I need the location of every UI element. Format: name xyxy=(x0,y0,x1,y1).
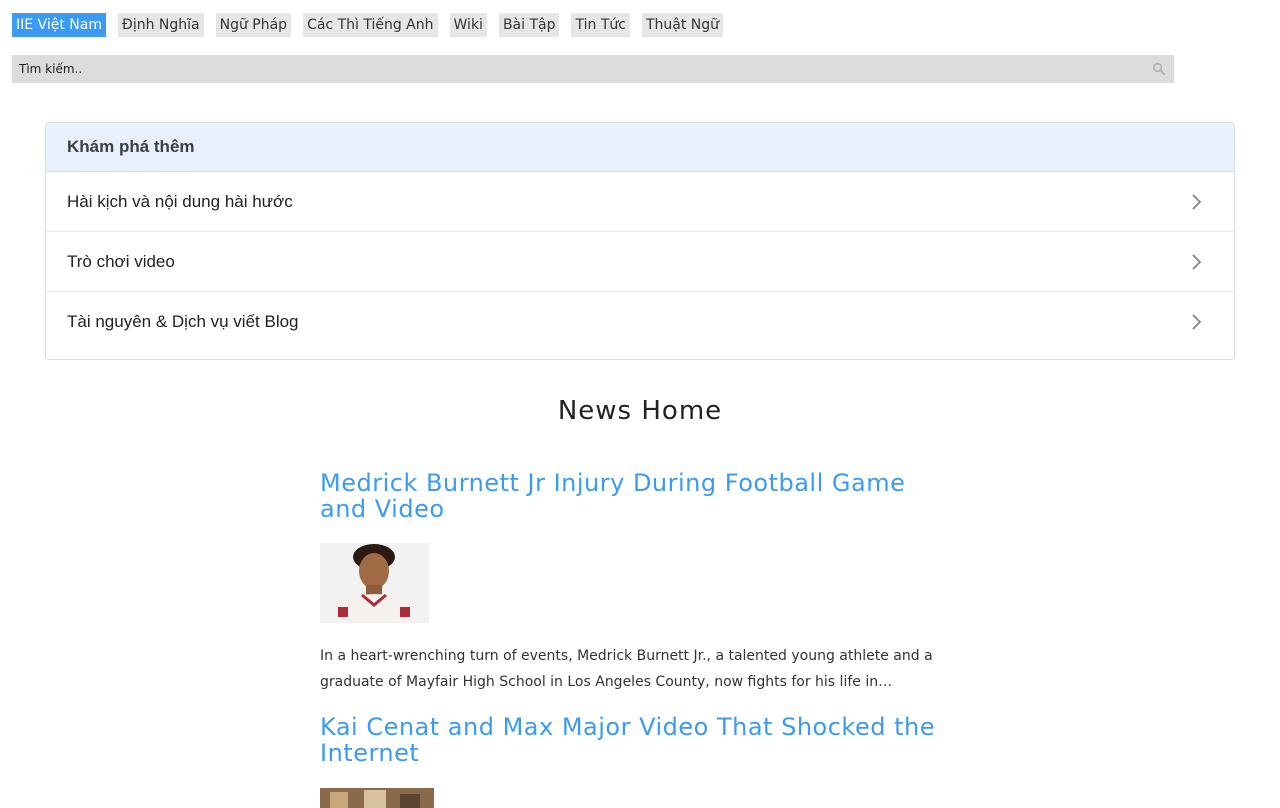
article-card: Medrick Burnett Jr Injury During Footbal… xyxy=(320,470,960,695)
search-input[interactable] xyxy=(12,55,1129,83)
explore-item-comedy[interactable]: Hài kịch và nội dung hài hước xyxy=(46,172,1234,232)
news-home-heading: News Home xyxy=(557,396,723,426)
nav-item-thuat-ngu[interactable]: Thuật Ngữ xyxy=(641,13,724,37)
article-title-link[interactable]: Medrick Burnett Jr Injury During Footbal… xyxy=(320,470,960,522)
nav-item-ngu-phap[interactable]: Ngữ Pháp xyxy=(215,13,292,37)
search-bar xyxy=(12,55,1174,83)
nav-item-cac-thi-tieng-anh[interactable]: Các Thì Tiếng Anh xyxy=(303,13,438,37)
article-excerpt: In a heart-wrenching turn of events, Med… xyxy=(320,648,933,690)
explore-item-label: Trò chơi video xyxy=(67,252,175,271)
nav-item-tin-tuc[interactable]: Tin Tức xyxy=(571,13,630,37)
nav-item-wiki[interactable]: Wiki xyxy=(449,13,487,37)
chevron-right-icon xyxy=(1192,194,1202,210)
explore-item-label: Hài kịch và nội dung hài hước xyxy=(67,192,293,211)
nav-item-bai-tap[interactable]: Bài Tập xyxy=(498,13,560,37)
explore-more-card: Khám phá thêm Hài kịch và nội dung hài h… xyxy=(45,122,1235,360)
explore-item-blogging[interactable]: Tài nguyên & Dịch vụ viết Blog xyxy=(46,292,1234,352)
nav-item-iie-vietnam[interactable]: IIE Việt Nam xyxy=(12,13,106,37)
explore-item-video-games[interactable]: Trò chơi video xyxy=(46,232,1234,292)
explore-item-label: Tài nguyên & Dịch vụ viết Blog xyxy=(67,312,299,331)
search-icon[interactable] xyxy=(1152,62,1166,76)
article-thumbnail[interactable] xyxy=(320,788,434,808)
article-card: Kai Cenat and Max Major Video That Shock… xyxy=(320,714,960,808)
article-title-link[interactable]: Kai Cenat and Max Major Video That Shock… xyxy=(320,714,960,766)
nav-item-dinh-nghia[interactable]: Định Nghĩa xyxy=(117,13,204,37)
chevron-right-icon xyxy=(1192,254,1202,270)
top-nav: IIE Việt Nam Định Nghĩa Ngữ Pháp Các Thì… xyxy=(12,13,735,37)
explore-more-header: Khám phá thêm xyxy=(46,123,1234,172)
article-thumbnail[interactable] xyxy=(320,543,429,623)
chevron-right-icon xyxy=(1192,314,1202,330)
